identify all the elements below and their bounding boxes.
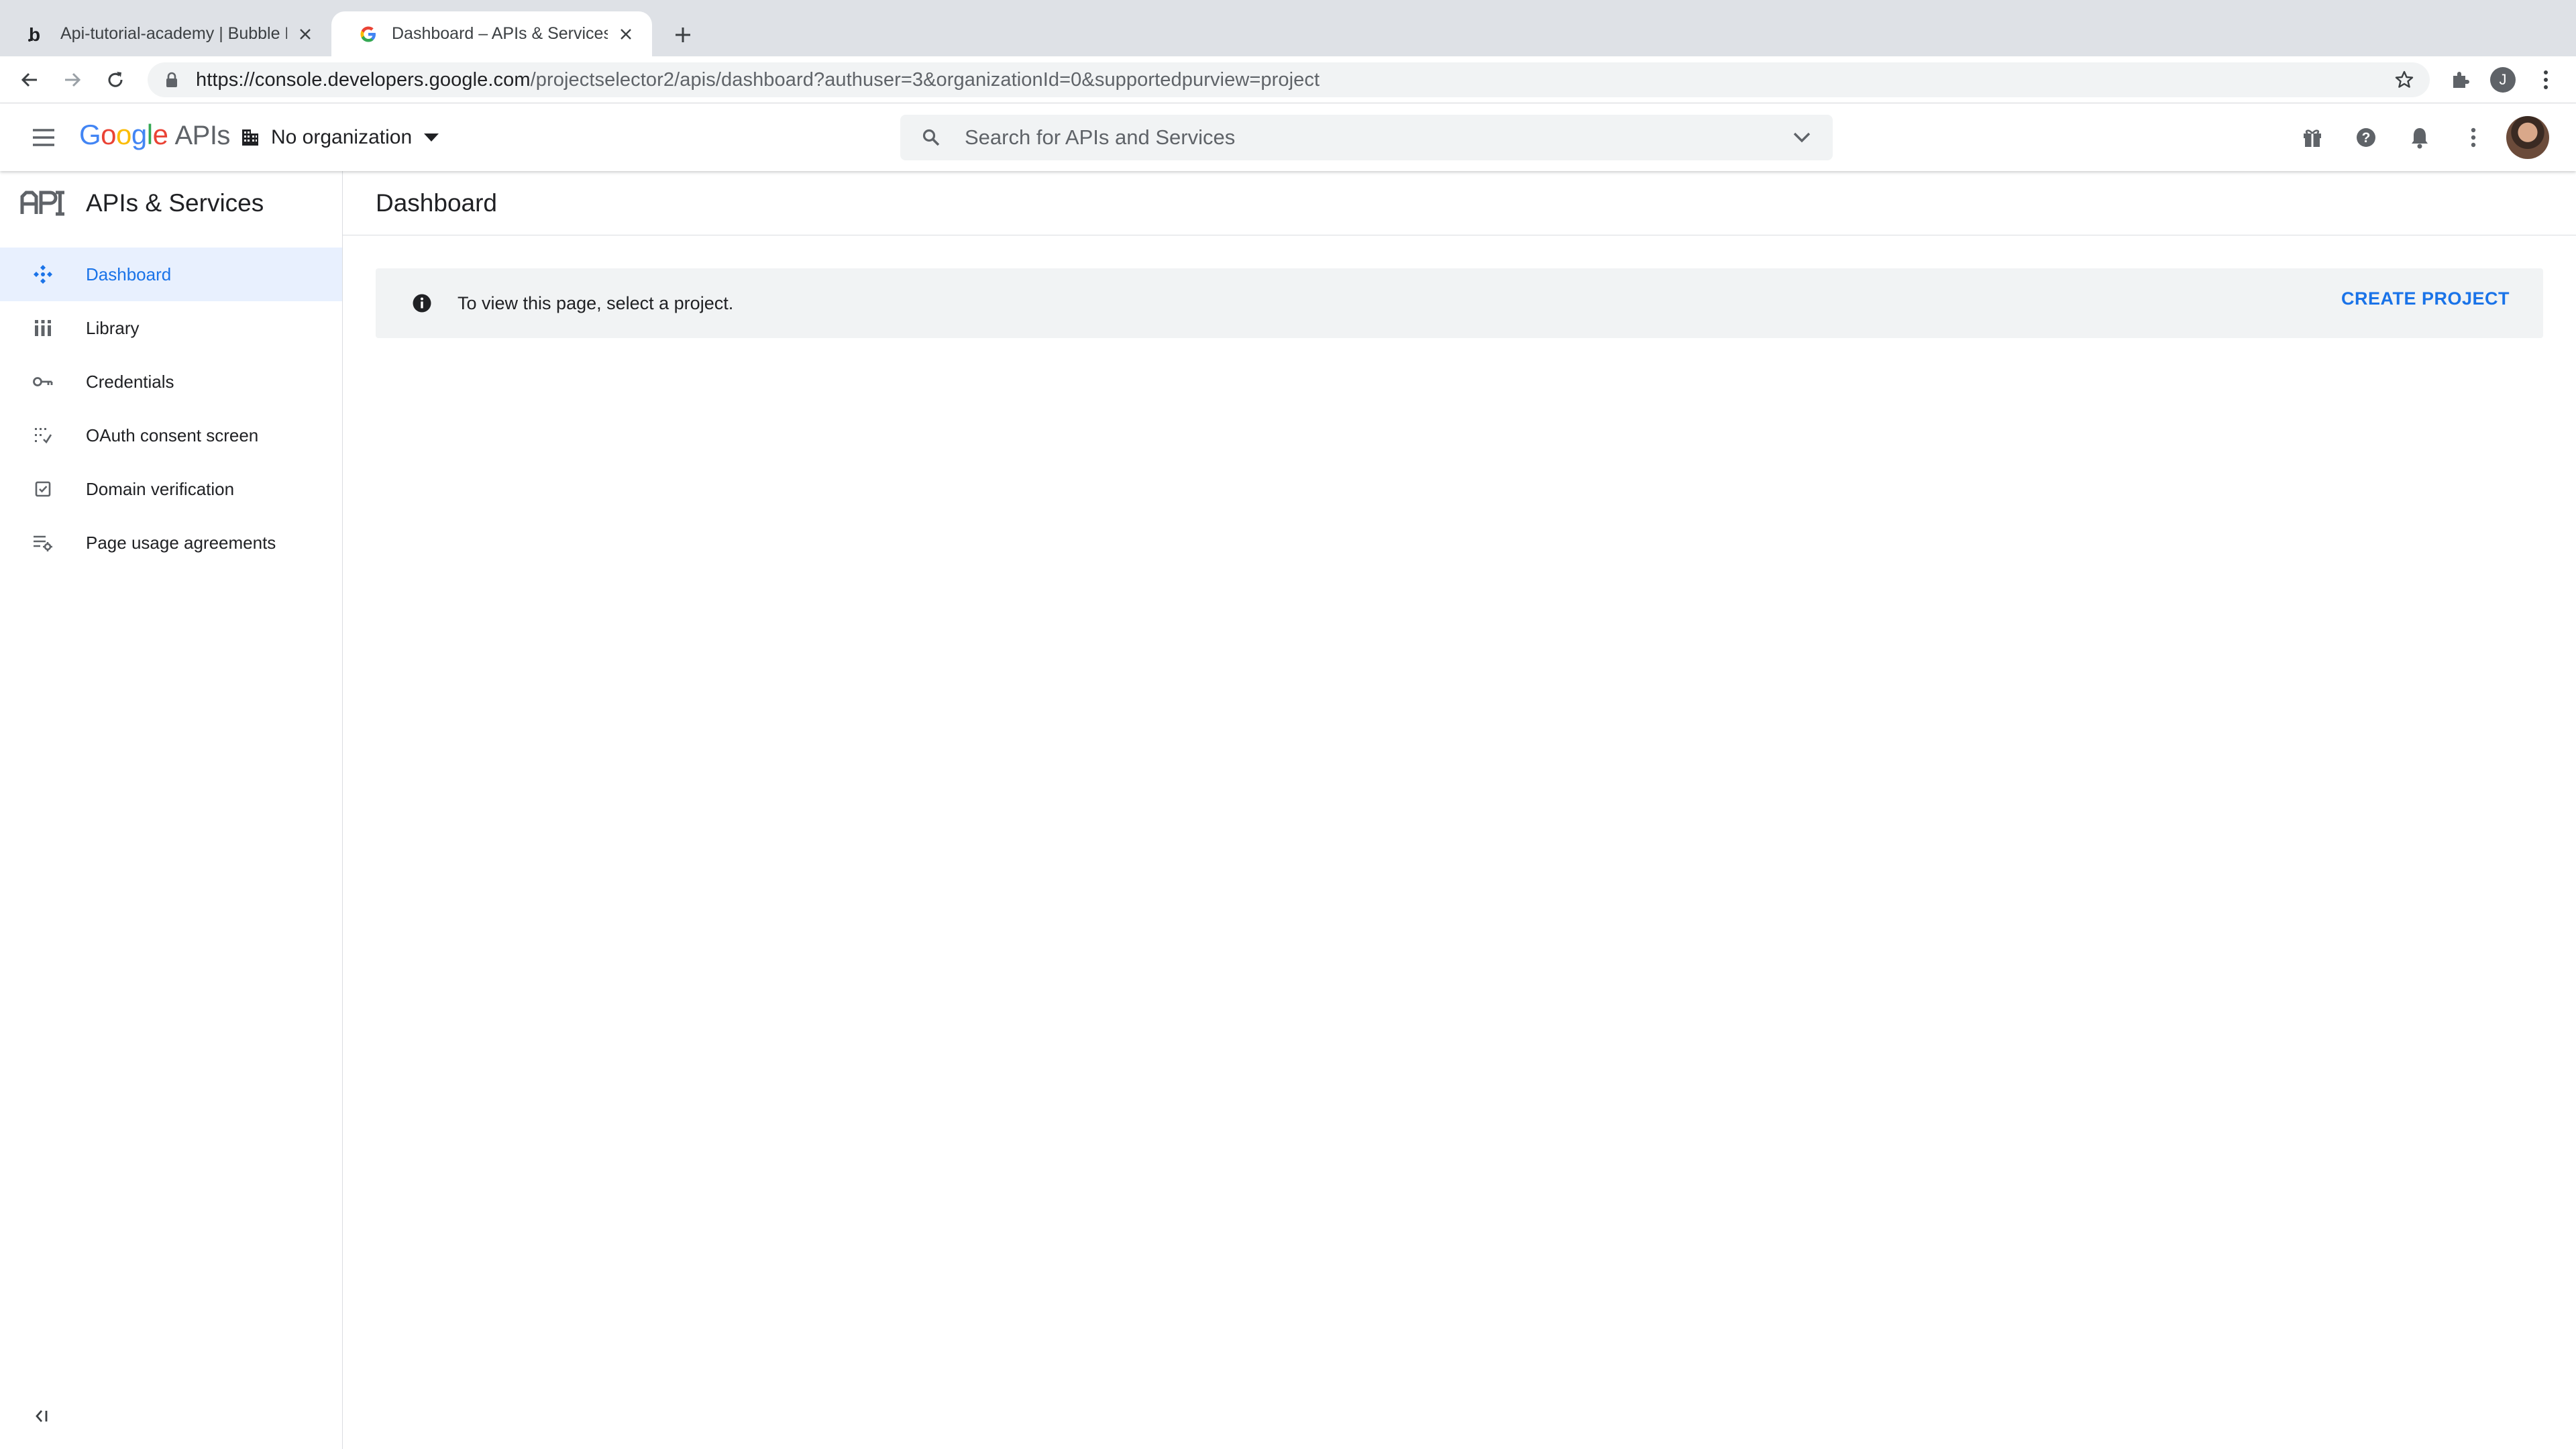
url-path: /projectselector2/apis/dashboard?authuse…	[530, 68, 1320, 91]
help-icon: ?	[2357, 128, 2375, 147]
search-input[interactable]	[965, 125, 1787, 150]
sidebar-item-label: Dashboard	[86, 264, 172, 284]
bookmark-star-icon[interactable]	[2392, 68, 2416, 92]
close-icon[interactable]	[614, 23, 637, 46]
select-project-banner: To view this page, select a project. CRE…	[376, 268, 2543, 338]
sidebar-item-label: Library	[86, 317, 140, 338]
organization-selector[interactable]: No organization	[239, 120, 441, 155]
sidebar-item-page-usage-agreements[interactable]: Page usage agreements	[0, 516, 342, 570]
search-icon	[919, 125, 943, 150]
tab-title: Dashboard – APIs & Services – Google Clo…	[392, 24, 608, 43]
sidebar-header: APIs & Services	[0, 171, 342, 235]
logo-apis-text: APIs	[174, 121, 230, 150]
organization-name: No organization	[271, 126, 413, 148]
create-project-button[interactable]: CREATE PROJECT	[2341, 288, 2510, 309]
settings-list-icon	[31, 531, 55, 555]
browser-tab-strip: b Api-tutorial-academy | Bubble Editor D…	[0, 0, 2576, 56]
sidebar-item-label: OAuth consent screen	[86, 425, 259, 445]
api-icon	[20, 190, 67, 217]
search-bar[interactable]	[900, 115, 1833, 160]
more-options-button[interactable]	[2458, 122, 2489, 153]
browser-toolbar: https://console.developers.google.com/pr…	[0, 56, 2576, 103]
sidebar-item-credentials[interactable]: Credentials	[0, 355, 342, 409]
bell-icon	[2412, 128, 2428, 149]
svg-text:?: ?	[2362, 130, 2371, 146]
building-icon	[239, 126, 262, 149]
browser-tab-bubble[interactable]: b Api-tutorial-academy | Bubble Editor	[0, 11, 331, 56]
page-title: Dashboard	[376, 189, 498, 217]
chevron-down-icon[interactable]	[1787, 123, 1817, 152]
collapse-sidebar-button[interactable]	[30, 1404, 54, 1428]
caret-down-icon	[421, 127, 441, 148]
account-avatar[interactable]	[2506, 116, 2549, 159]
close-icon[interactable]	[294, 23, 317, 46]
more-vert-icon	[2471, 127, 2476, 148]
reload-button[interactable]	[101, 65, 130, 95]
more-vert-icon	[2544, 70, 2548, 89]
sidebar-item-library[interactable]: Library	[0, 301, 342, 355]
browser-tab-dashboard[interactable]: Dashboard – APIs & Services – Google Clo…	[331, 11, 652, 56]
tab-title: Api-tutorial-academy | Bubble Editor	[60, 24, 287, 43]
main-content: Dashboard To view this page, select a pr…	[343, 171, 2576, 1449]
gift-icon	[2304, 129, 2321, 147]
sidebar: APIs & Services Dashboard Library Creden…	[0, 171, 343, 1449]
profile-button[interactable]: J	[2488, 65, 2518, 95]
main-menu-button[interactable]	[27, 121, 60, 154]
checkbox-icon	[31, 477, 55, 501]
url-text: https://console.developers.google.com/pr…	[196, 69, 1320, 91]
new-tab-button[interactable]	[668, 20, 698, 50]
url-host: https://console.developers.google.com	[196, 68, 531, 91]
page-header: Dashboard	[343, 171, 2576, 235]
sidebar-item-label: Page usage agreements	[86, 532, 276, 553]
hamburger-icon	[33, 129, 54, 146]
svg-text:b: b	[29, 24, 40, 44]
reload-icon	[108, 72, 123, 87]
profile-avatar: J	[2490, 67, 2516, 93]
logo-google-text: Google	[79, 119, 168, 150]
sidebar-item-label: Domain verification	[86, 478, 235, 499]
plus-icon	[676, 28, 690, 42]
lock-icon	[162, 70, 181, 89]
back-button[interactable]	[15, 65, 44, 95]
notifications-button[interactable]	[2404, 122, 2435, 153]
console-header: Google APIs No organization ?	[0, 104, 2576, 171]
sidebar-item-dashboard[interactable]: Dashboard	[0, 248, 342, 301]
bubble-logo-icon: b	[25, 23, 48, 46]
sidebar-item-oauth-consent[interactable]: OAuth consent screen	[0, 409, 342, 462]
sidebar-item-domain-verification[interactable]: Domain verification	[0, 462, 342, 516]
consent-icon	[31, 423, 55, 447]
gift-button[interactable]	[2297, 122, 2328, 153]
collapse-left-icon	[36, 1410, 48, 1422]
arrow-left-icon	[21, 72, 37, 87]
forward-button[interactable]	[58, 65, 87, 95]
google-apis-logo[interactable]: Google APIs	[79, 119, 230, 156]
banner-message: To view this page, select a project.	[458, 292, 734, 313]
info-icon	[411, 292, 433, 315]
google-g-icon	[357, 23, 380, 46]
sidebar-title: APIs & Services	[86, 189, 264, 217]
extensions-button[interactable]	[2445, 65, 2475, 95]
sidebar-item-label: Credentials	[86, 371, 174, 392]
dashboard-icon	[31, 262, 55, 286]
key-icon	[31, 370, 55, 394]
puzzle-icon	[2453, 72, 2469, 88]
arrow-right-icon	[65, 72, 81, 87]
library-icon	[31, 316, 55, 340]
browser-menu-button[interactable]	[2531, 65, 2561, 95]
address-bar[interactable]: https://console.developers.google.com/pr…	[148, 62, 2430, 97]
help-button[interactable]: ?	[2351, 122, 2381, 153]
